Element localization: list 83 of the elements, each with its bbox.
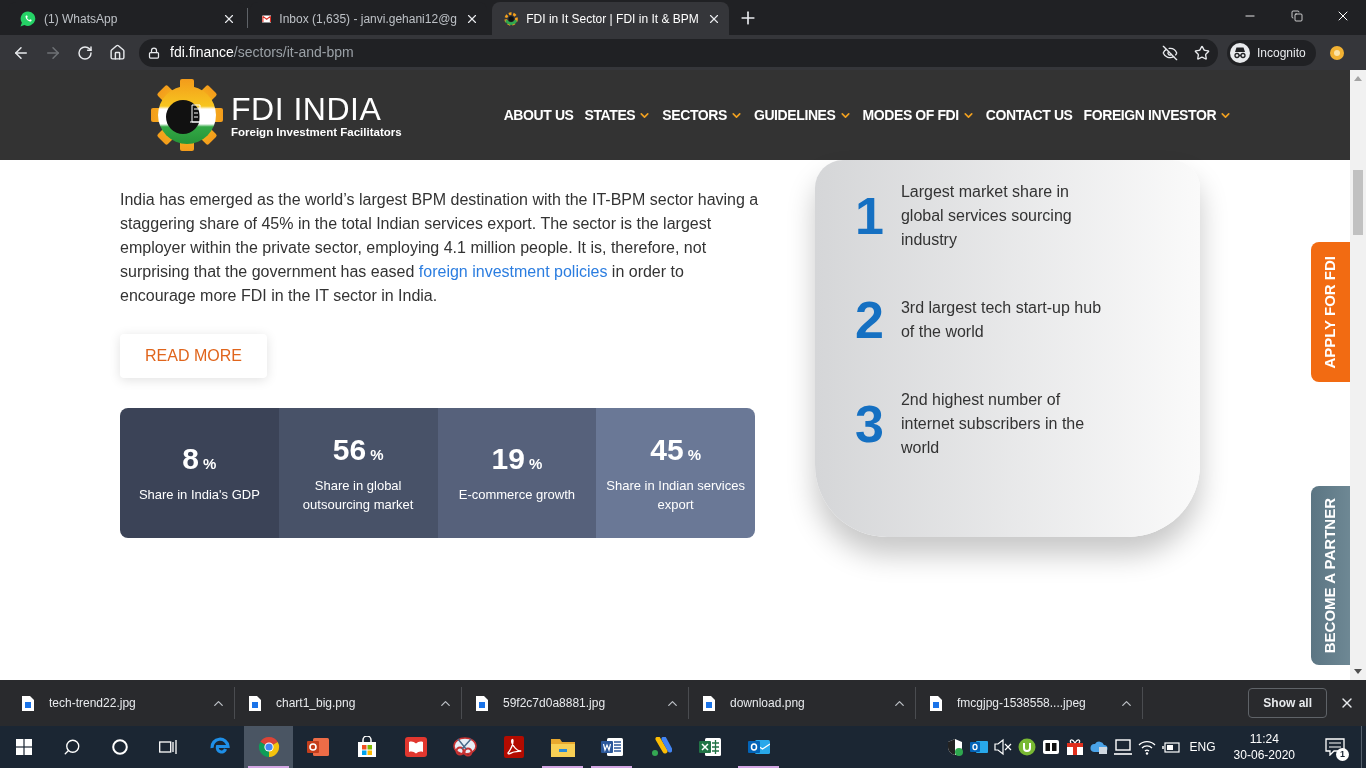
folder-icon: [550, 737, 575, 757]
nav-link[interactable]: MODES OF FDI: [862, 104, 975, 126]
nav-link[interactable]: CONTACT US: [985, 104, 1073, 126]
highlight-text: 2nd highest number of internet subscribers in the world: [900, 390, 1086, 458]
intro-paragraph: India has emerged as the world’s largest BPM destination with the IT-BPM sector having a staggering share of 45% in the total Indian services export. The sector is the largest employer within the private sector, employing 4.1 million people. It is, therefore, not surprising that the government has eased foreign investment policies in order to encourage more FDI in the IT sector in India.: [120, 190, 760, 306]
logo-title: FDI INDIA: [231, 93, 383, 125]
status-dot-icon[interactable]: [1329, 45, 1344, 60]
shield-icon[interactable]: [945, 738, 964, 756]
policy-link[interactable]: foreign investment policies: [418, 263, 608, 280]
envelope-icon: [262, 12, 272, 25]
spreadsheet-icon: [698, 736, 721, 758]
chat-bubble-icon: [20, 10, 36, 27]
stat-value: 8%: [182, 442, 217, 477]
box-icon[interactable]: [1041, 738, 1060, 756]
download-item[interactable]: fmcgjpg-1538558....jpeg: [922, 694, 1116, 712]
nav-link[interactable]: FOREIGN INVESTOR: [1083, 104, 1233, 126]
stat-label: Share in Indian services export: [605, 476, 746, 514]
stat-value: 19%: [491, 442, 543, 477]
stat-label: Share in global outsourcing market: [301, 476, 415, 514]
highlight-text: 3rd largest tech start-up hub of the world: [900, 298, 1103, 342]
notification-button[interactable]: 1: [1315, 726, 1355, 768]
download-item[interactable]: 59f2c7d0a8881.jpg: [468, 694, 662, 712]
scroll-down-arrow-icon[interactable]: [1354, 669, 1362, 674]
eye-slash-icon[interactable]: [1162, 44, 1178, 61]
triangle-logo-icon: [649, 737, 672, 757]
stat-label: Share in India's GDP: [138, 486, 260, 504]
book-icon: [404, 737, 427, 757]
task-view-icon: [159, 739, 177, 755]
image-file-icon: [249, 695, 261, 711]
notification-count: 1: [1336, 748, 1349, 761]
scrollbar-thumb[interactable]: [1353, 170, 1363, 235]
nav-link[interactable]: GUIDELINES: [753, 104, 852, 126]
image-file-icon: [476, 695, 488, 711]
browser-tab[interactable]: FDI in It Sector | FDI in It & BPM: [492, 2, 729, 35]
mail-app-icon[interactable]: [969, 738, 988, 756]
download-item[interactable]: chart1_big.png: [241, 694, 435, 712]
highlight-number: 2: [855, 294, 884, 346]
address-bar[interactable]: fdi.finance/sectors/it-and-bpm: [139, 38, 1218, 67]
monitor-icon[interactable]: [1113, 738, 1132, 756]
presentation-app-icon: [306, 736, 329, 758]
stat-label: E-commerce growth: [458, 486, 576, 504]
nav-link[interactable]: SECTORS: [662, 104, 743, 126]
stat-value: 56%: [332, 432, 384, 468]
nav-link[interactable]: ABOUT US: [503, 104, 574, 126]
download-item[interactable]: download.png: [695, 694, 889, 712]
nav-link[interactable]: STATES: [584, 104, 652, 126]
incognito-icon: [1230, 42, 1250, 63]
image-file-icon: [930, 695, 942, 711]
search-icon: [63, 738, 81, 756]
show-all-button[interactable]: Show all: [1248, 688, 1327, 718]
restore-icon: [1290, 10, 1303, 22]
four-squares-icon: [16, 739, 32, 755]
highlight-text: Largest market share in global services sourcing industry: [900, 182, 1073, 250]
scrollbar[interactable]: [1350, 70, 1366, 680]
profile-button[interactable]: Incognito: [1227, 39, 1316, 66]
muted-speaker-icon[interactable]: [993, 738, 1012, 756]
speech-bubble-icon: [1325, 738, 1345, 756]
language-button[interactable]: ENG: [1189, 738, 1216, 756]
bookmark-star-icon[interactable]: [1194, 44, 1210, 61]
gear-icon: [504, 10, 519, 27]
highlight-number: 1: [855, 190, 884, 242]
stat-value: 45%: [650, 432, 701, 468]
home-icon: [108, 44, 126, 61]
browser-circle-icon: [257, 736, 280, 758]
ring-icon: [112, 739, 128, 755]
document-reader-icon: [503, 736, 524, 758]
scissors-icon: [452, 736, 477, 758]
url-text: fdi.finance/sectors/it-and-bpm: [170, 43, 354, 62]
image-file-icon: [22, 695, 34, 711]
text-document-icon: [600, 736, 623, 758]
clock-button[interactable]: 11:24 30-06-2020: [1233, 731, 1295, 763]
magnet-icon[interactable]: [1017, 738, 1036, 756]
shopping-bag-icon: [355, 736, 378, 758]
gear-logo-icon: [148, 78, 226, 152]
download-item[interactable]: tech-trend22.jpg: [14, 694, 208, 712]
image-file-icon: [703, 695, 715, 711]
lock-icon: [148, 46, 160, 59]
side-tab-button[interactable]: BECOME A PARTNER: [1311, 486, 1350, 665]
reload-icon: [77, 44, 93, 61]
logo-tagline: Foreign Investment Facilitators: [231, 125, 402, 139]
wifi-icon[interactable]: [1137, 738, 1156, 756]
highlight-number: 3: [855, 398, 884, 450]
gift-box-icon[interactable]: [1065, 738, 1084, 756]
